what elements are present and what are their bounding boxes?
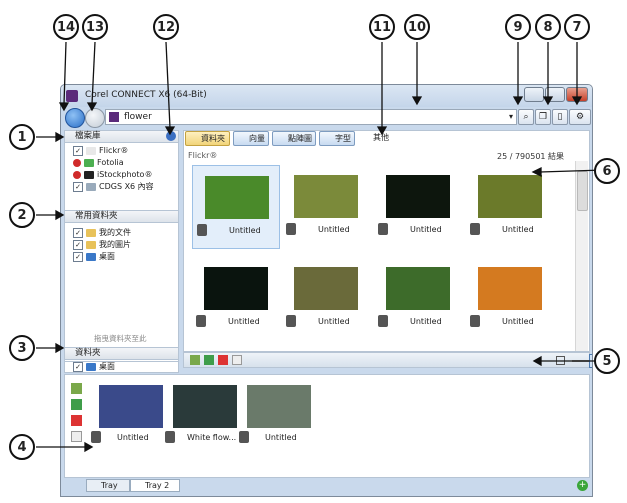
callout-6: 6 xyxy=(594,158,620,184)
callout-14: 14 xyxy=(53,14,79,40)
callout-12: 12 xyxy=(153,14,179,40)
callout-11: 11 xyxy=(369,14,395,40)
callout-7: 7 xyxy=(564,14,590,40)
callout-10: 10 xyxy=(404,14,430,40)
callout-13: 13 xyxy=(82,14,108,40)
callout-3: 3 xyxy=(9,335,35,361)
callout-5: 5 xyxy=(594,348,620,374)
callout-arrows xyxy=(36,41,605,453)
callout-1: 1 xyxy=(9,124,35,150)
callout-9: 9 xyxy=(505,14,531,40)
callout-8: 8 xyxy=(535,14,561,40)
callout-4: 4 xyxy=(9,434,35,460)
callout-2: 2 xyxy=(9,202,35,228)
